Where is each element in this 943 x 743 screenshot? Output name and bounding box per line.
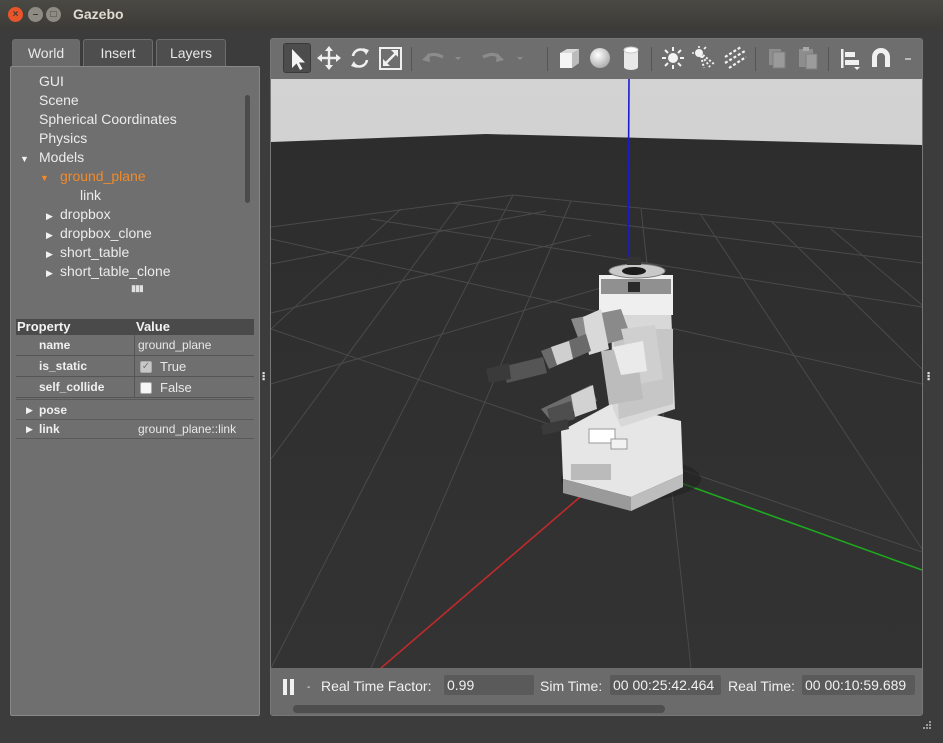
snap-magnet-icon: [872, 48, 890, 67]
expand-arrow-icon[interactable]: ▶: [26, 420, 33, 439]
close-window-button[interactable]: ×: [8, 7, 23, 22]
tree-item-ground-plane[interactable]: ▼ ground_plane: [40, 167, 146, 186]
tree-item-link[interactable]: link: [80, 186, 101, 205]
name-value[interactable]: ground_plane: [138, 335, 211, 356]
expand-arrow-icon[interactable]: ▼: [20, 150, 34, 169]
tab-layers[interactable]: Layers: [156, 39, 226, 66]
tree-item-spherical-coordinates[interactable]: Spherical Coordinates: [39, 110, 177, 129]
sim-time-value: 00 00:25:42.464: [610, 675, 721, 695]
pause-icon: [283, 679, 294, 695]
tree-item-dropbox-clone[interactable]: ▶ dropbox_clone: [46, 224, 152, 243]
resize-grip-icon[interactable]: [920, 719, 932, 737]
scale-mode-button[interactable]: [377, 43, 405, 73]
maximize-window-button[interactable]: □: [46, 7, 61, 22]
property-group-link[interactable]: ▶ link ground_plane::link: [16, 420, 254, 439]
scale-icon: [379, 47, 402, 70]
insert-spot-light-button[interactable]: [690, 43, 718, 73]
insert-box-button[interactable]: [555, 43, 583, 73]
toolbar: [271, 39, 922, 79]
render-panel: - Real Time Factor: 0.99 Sim Time: 00 00…: [270, 38, 923, 716]
spot-light-icon: [692, 46, 715, 69]
directional-light-icon: [724, 46, 747, 69]
world-panel: GUI Scene Spherical Coordinates Physics …: [10, 66, 260, 716]
splitter-handle[interactable]: ▮▮▮: [131, 283, 144, 294]
is-static-checkbox[interactable]: ✓: [140, 360, 152, 373]
undo-button[interactable]: [419, 43, 447, 73]
tree-item-short-table-clone[interactable]: ▶ short_table_clone: [46, 262, 171, 281]
tree-item-physics[interactable]: Physics: [39, 129, 87, 148]
tree-scrollbar[interactable]: [245, 95, 250, 203]
tab-insert[interactable]: Insert: [83, 39, 153, 66]
chevron-down-icon: [455, 57, 461, 60]
tree-item-short-table[interactable]: ▶ short_table: [46, 243, 129, 262]
snap-button[interactable]: [867, 43, 895, 73]
self-collide-checkbox[interactable]: [140, 381, 152, 394]
real-time-label: Real Time:: [728, 678, 795, 694]
sphere-icon: [590, 48, 610, 68]
align-icon: [841, 49, 860, 70]
world-tree: GUI Scene Spherical Coordinates Physics …: [11, 67, 247, 282]
expand-arrow-icon[interactable]: ▼: [40, 169, 54, 188]
left-collapse-handle[interactable]: ▪ ▪ ▪: [262, 369, 265, 384]
rotate-mode-button[interactable]: [346, 43, 374, 73]
translate-icon: [317, 46, 341, 70]
copy-icon: [769, 49, 786, 69]
property-group-pose[interactable]: ▶ pose: [16, 399, 254, 420]
right-collapse-handle[interactable]: ▪ ▪ ▪: [927, 369, 930, 384]
title-bar: × – □ Gazebo: [0, 0, 943, 30]
property-column-header: Property: [17, 319, 71, 334]
real-time-factor-value: 0.99: [444, 675, 534, 695]
box-icon: [560, 49, 579, 68]
translate-mode-button[interactable]: [315, 43, 343, 73]
paste-icon: [799, 47, 818, 70]
property-table-header: Property Value: [16, 319, 254, 335]
scene-render: [271, 78, 922, 669]
select-mode-button[interactable]: [283, 43, 311, 73]
minimize-window-button[interactable]: –: [28, 7, 43, 22]
value-column-header: Value: [136, 319, 170, 334]
pause-button[interactable]: [282, 678, 296, 699]
step-dropdown[interactable]: -: [307, 682, 310, 693]
status-bar: - Real Time Factor: 0.99 Sim Time: 00 00…: [271, 668, 922, 715]
tree-item-dropbox[interactable]: ▶ dropbox: [46, 205, 111, 224]
bottom-scrollbar[interactable]: [293, 705, 665, 713]
tree-item-models[interactable]: ▼ Models: [20, 148, 84, 167]
chevron-down-icon: [517, 57, 523, 60]
redo-icon: [482, 52, 504, 62]
align-button[interactable]: [836, 43, 864, 73]
real-time-value: 00 00:10:59.689: [802, 675, 915, 695]
sim-time-label: Sim Time:: [540, 678, 603, 694]
redo-button[interactable]: [479, 43, 507, 73]
property-table: Property Value name ground_plane is_stat…: [16, 319, 254, 439]
property-row-self-collide: self_collide False: [16, 377, 254, 398]
point-light-icon: [662, 47, 684, 69]
rotate-icon: [351, 48, 369, 68]
insert-point-light-button[interactable]: [659, 43, 687, 73]
main-window: World Insert Layers GUI Scene Spherical …: [0, 30, 943, 743]
undo-history-dropdown[interactable]: [451, 43, 465, 73]
insert-sphere-button[interactable]: [586, 43, 614, 73]
property-row-is-static: is_static ✓ True: [16, 356, 254, 377]
paste-button[interactable]: [794, 43, 822, 73]
real-time-factor-label: Real Time Factor:: [321, 678, 432, 694]
copy-button[interactable]: [763, 43, 791, 73]
select-arrow-icon: [292, 49, 305, 70]
insert-cylinder-button[interactable]: [617, 43, 645, 73]
redo-history-dropdown[interactable]: [513, 43, 527, 73]
chevron-down-icon: [905, 58, 911, 60]
expand-arrow-icon[interactable]: ▶: [46, 264, 60, 283]
property-row-name: name ground_plane: [16, 335, 254, 356]
insert-directional-light-button[interactable]: [721, 43, 749, 73]
tab-world[interactable]: World: [12, 39, 80, 67]
tree-item-scene[interactable]: Scene: [39, 91, 79, 110]
cylinder-icon: [623, 46, 639, 70]
undo-icon: [422, 52, 444, 62]
expand-arrow-icon[interactable]: ▶: [26, 400, 33, 421]
window-title: Gazebo: [73, 6, 124, 22]
tree-item-gui[interactable]: GUI: [39, 72, 64, 91]
3d-viewport[interactable]: [271, 78, 922, 669]
toolbar-more-dropdown[interactable]: [901, 43, 915, 73]
